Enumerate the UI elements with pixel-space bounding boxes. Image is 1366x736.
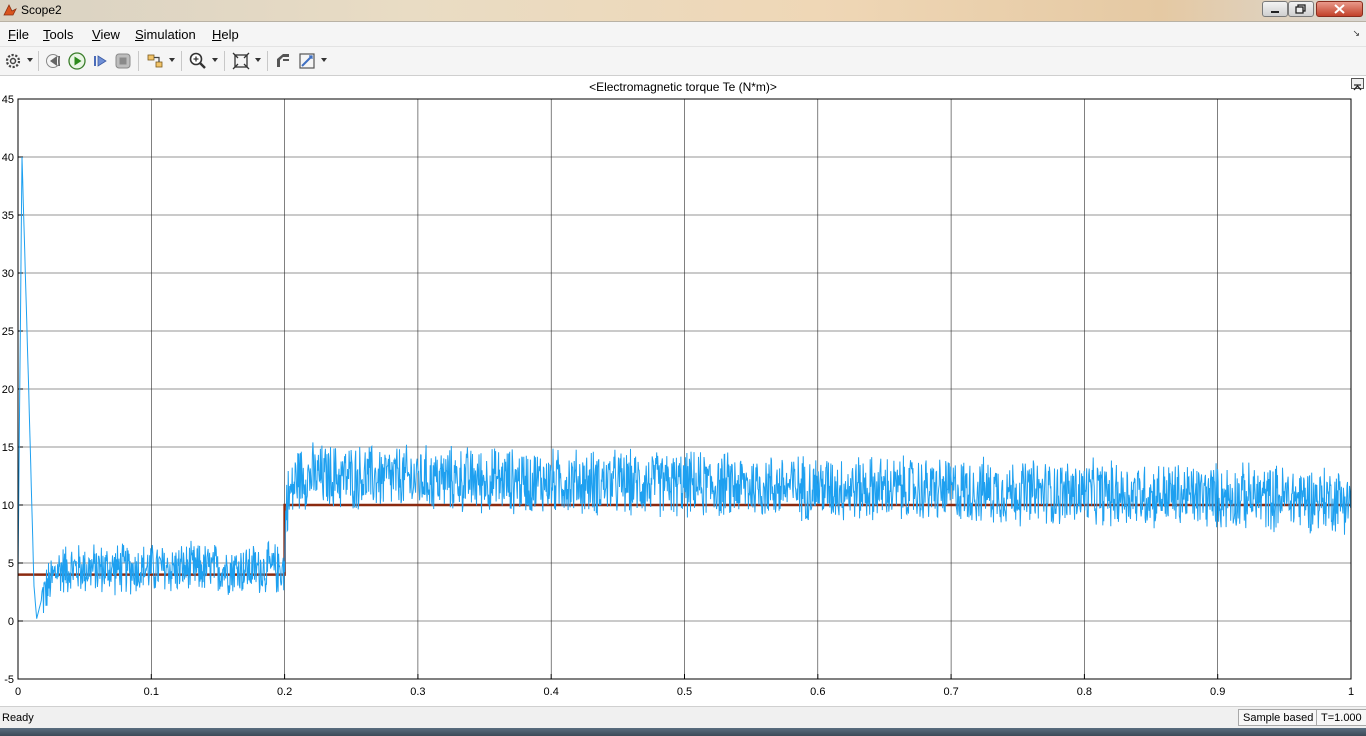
sample-mode-indicator: Sample based xyxy=(1238,709,1319,726)
settings-icon[interactable] xyxy=(3,51,23,71)
y-tick-label: 40 xyxy=(2,152,14,164)
toolbar-separator xyxy=(224,51,225,71)
menu-simulation[interactable]: Simulation xyxy=(135,27,196,42)
x-tick-label: 0 xyxy=(15,686,21,698)
step-forward-icon[interactable] xyxy=(90,51,110,71)
matlab-app-icon xyxy=(3,4,17,16)
restore-window-icon xyxy=(1295,4,1306,14)
os-taskbar xyxy=(0,728,1366,736)
y-tick-label: 5 xyxy=(8,558,14,570)
menu-bar: File Tools View Simulation Help ↘ xyxy=(0,22,1366,47)
signal-selector-dropdown-icon[interactable] xyxy=(169,58,175,62)
toolbar-separator xyxy=(38,51,39,71)
x-tick-label: 0.6 xyxy=(810,686,825,698)
y-tick-label: 15 xyxy=(2,442,14,454)
autoscale-dropdown-icon[interactable] xyxy=(255,58,261,62)
menu-file[interactable]: File xyxy=(8,27,29,42)
minimize-button[interactable] xyxy=(1262,1,1288,17)
zoom-icon[interactable] xyxy=(188,51,208,71)
x-tick-label: 0.9 xyxy=(1210,686,1225,698)
stop-icon[interactable] xyxy=(113,51,133,71)
zoom-dropdown-icon[interactable] xyxy=(212,58,218,62)
x-tick-label: 0.2 xyxy=(277,686,292,698)
undock-arrow-icon[interactable]: ↘ xyxy=(1352,28,1360,39)
autoscale-icon[interactable] xyxy=(231,51,251,71)
close-button[interactable] xyxy=(1316,1,1363,17)
highlight-block-icon[interactable] xyxy=(273,51,293,71)
window-title: Scope2 xyxy=(21,3,62,17)
y-tick-label: 0 xyxy=(8,616,14,628)
x-tick-label: 1 xyxy=(1348,686,1354,698)
menu-tools[interactable]: Tools xyxy=(43,27,73,42)
toolbar-separator xyxy=(181,51,182,71)
style-dropdown-icon[interactable] xyxy=(321,58,327,62)
x-tick-label: 0.7 xyxy=(943,686,958,698)
status-bar: Ready Sample based T=1.000 xyxy=(0,706,1366,729)
title-bar: Scope2 xyxy=(0,0,1366,22)
close-icon xyxy=(1334,4,1345,14)
settings-dropdown-icon[interactable] xyxy=(27,58,33,62)
restore-legend-button[interactable] xyxy=(1351,78,1364,91)
menu-help[interactable]: Help xyxy=(212,27,239,42)
y-tick-label: -5 xyxy=(4,674,14,686)
toolbar xyxy=(0,47,1366,76)
y-tick-label: 25 xyxy=(2,326,14,338)
x-tick-label: 0.5 xyxy=(677,686,692,698)
menu-view[interactable]: View xyxy=(92,27,120,42)
y-tick-label: 35 xyxy=(2,210,14,222)
y-tick-label: 30 xyxy=(2,268,14,280)
maximize-button[interactable] xyxy=(1288,1,1314,17)
style-icon[interactable] xyxy=(297,51,317,71)
x-tick-label: 0.3 xyxy=(410,686,425,698)
run-icon[interactable] xyxy=(67,51,87,71)
toolbar-separator xyxy=(138,51,139,71)
y-tick-label: 20 xyxy=(2,384,14,396)
step-back-icon[interactable] xyxy=(45,51,65,71)
status-text: Ready xyxy=(2,712,34,724)
y-tick-label: 10 xyxy=(2,500,14,512)
toolbar-separator xyxy=(267,51,268,71)
plot-grid xyxy=(17,98,1352,680)
minimize-icon xyxy=(1271,11,1279,13)
x-axis: 0 0.1 0.2 0.3 0.4 0.5 0.6 0.7 0.8 0.9 1 xyxy=(15,674,1354,698)
x-tick-label: 0.1 xyxy=(144,686,159,698)
x-tick-label: 0.8 xyxy=(1077,686,1092,698)
scope-plot[interactable]: 454035302520151050-5 0 0.1 0.2 0.3 0.4 0.5 0.6… xyxy=(0,90,1366,700)
y-tick-label: 45 xyxy=(2,94,14,106)
simulation-time: T=1.000 xyxy=(1316,709,1366,726)
signal-selector-icon[interactable] xyxy=(145,51,165,71)
x-tick-label: 0.4 xyxy=(544,686,559,698)
